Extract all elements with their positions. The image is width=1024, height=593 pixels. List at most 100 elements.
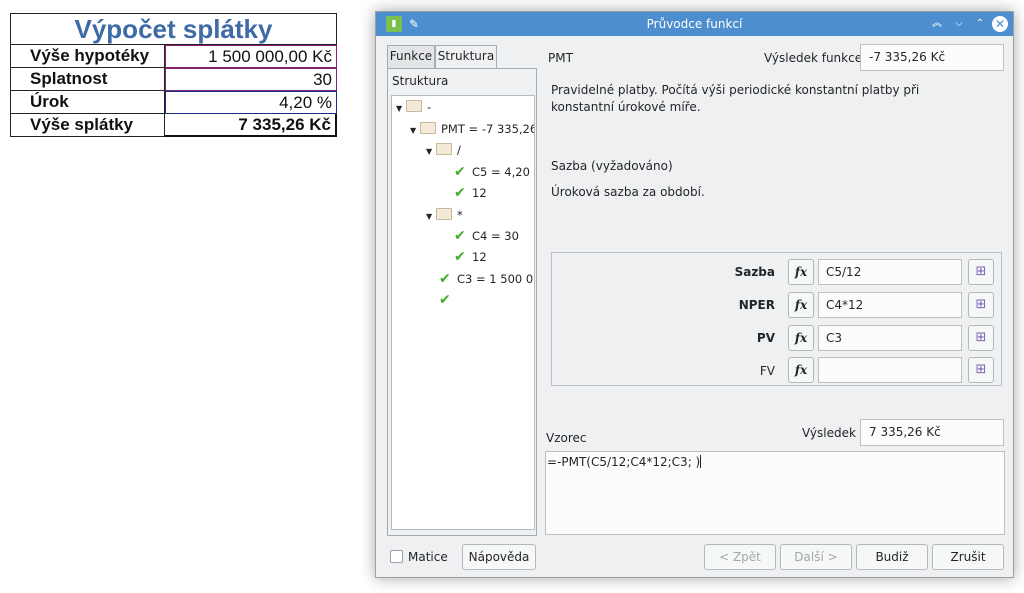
check-icon: ✔ <box>439 271 451 287</box>
tree-node-c5[interactable]: ✔ C5 = 4,20 % <box>454 163 534 181</box>
matrix-checkbox[interactable] <box>390 550 403 563</box>
check-icon: ✔ <box>454 249 466 265</box>
tree-node-c4[interactable]: ✔ C4 = 30 <box>454 227 519 245</box>
cell-value[interactable]: 4,20 % <box>165 91 337 114</box>
tree-node-empty[interactable]: ✔ <box>439 291 457 309</box>
keep-above-icon[interactable]: ︽ <box>929 16 945 32</box>
tree-node-12b[interactable]: ✔ 12 <box>454 248 487 266</box>
structure-tree[interactable]: ▼- ▼PMT = -7 335,26 ▼/ ✔C5 = 4,20 % ✔12 … <box>391 95 535 530</box>
tree-node-12a[interactable]: ✔ 12 <box>454 184 487 202</box>
formula-editor[interactable]: =-PMT(C5/12;C4*12;C3; ) <box>545 451 1005 535</box>
arg-input-nper[interactable]: C4*12 <box>818 292 962 318</box>
folder-icon <box>436 143 452 155</box>
shrink-button-fv[interactable]: ⊞ <box>968 357 994 383</box>
expand-triangle-icon[interactable]: ▼ <box>396 100 406 118</box>
matrix-label: Matice <box>408 550 448 564</box>
check-icon: ✔ <box>454 185 466 201</box>
arg-input-pv[interactable]: C3 <box>818 325 962 351</box>
sheet-row-term: Splatnost 30 <box>10 68 337 91</box>
expand-triangle-icon[interactable]: ▼ <box>426 143 436 161</box>
next-button[interactable]: Další > <box>780 544 852 570</box>
tree-node-label: PMT = -7 335,26 <box>441 122 535 136</box>
cancel-button[interactable]: Zrušit <box>932 544 1004 570</box>
arg-label-fv: FV <box>759 364 775 378</box>
cell-value[interactable]: 30 <box>165 68 337 91</box>
expand-triangle-icon[interactable]: ▼ <box>426 208 436 226</box>
tree-node-c3[interactable]: ✔ C3 = 1 500 000,00 <box>439 270 534 288</box>
select-range-icon: ⊞ <box>975 330 987 345</box>
titlebar[interactable]: Průvodce funkcí ▮ ✎ ︽ ⌵ ⌃ ✕ <box>376 12 1013 36</box>
result-field: 7 335,26 Kč <box>860 419 1004 446</box>
tree-node-divide[interactable]: ▼ / <box>426 141 461 159</box>
cell-label[interactable]: Výše hypotéky <box>10 45 165 68</box>
fx-icon: fx <box>794 363 808 377</box>
tab-functions[interactable]: Funkce <box>387 45 435 68</box>
sheet-row-rate: Úrok 4,20 % <box>10 91 337 114</box>
cell-value-selected[interactable]: 7 335,26 Kč <box>165 114 337 137</box>
ok-button[interactable]: Budiž <box>856 544 928 570</box>
tree-node-label: / <box>457 143 461 157</box>
arg-label-pv: PV <box>756 331 775 345</box>
close-icon[interactable]: ✕ <box>992 16 1008 32</box>
folder-icon <box>436 208 452 220</box>
tree-node-label: C5 = 4,20 % <box>472 165 534 179</box>
arg-input-fv[interactable] <box>818 357 962 383</box>
arg-label-nper: NPER <box>738 298 775 312</box>
cell-value[interactable]: 1 500 000,00 Kč <box>165 45 337 68</box>
maximize-icon[interactable]: ⌃ <box>972 16 988 32</box>
tree-node-label: C4 = 30 <box>472 229 519 243</box>
structure-label: Struktura <box>392 74 449 88</box>
text-caret <box>700 455 702 468</box>
cell-label[interactable]: Splatnost <box>10 68 165 91</box>
function-result-label: Výsledek funkce <box>764 51 863 65</box>
tree-node-label: C3 = 1 500 000,00 <box>457 272 534 286</box>
back-button[interactable]: < Zpět <box>704 544 776 570</box>
check-icon: ✔ <box>439 292 451 308</box>
arg-label-sazba: Sazba <box>734 265 775 279</box>
shrink-button-pv[interactable]: ⊞ <box>968 325 994 351</box>
minimize-icon[interactable]: ⌵ <box>951 16 967 32</box>
function-wizard-dialog: Průvodce funkcí ▮ ✎ ︽ ⌵ ⌃ ✕ Funkce Struk… <box>375 11 1014 578</box>
help-button[interactable]: Nápověda <box>462 544 536 570</box>
structure-panel: Struktura ▼ - ▼ PMT = -7 335,26 ▼ / ✔ C5 = 4… <box>387 68 537 536</box>
pin-icon[interactable]: ✎ <box>406 16 422 32</box>
fx-icon: fx <box>794 331 808 345</box>
dialog-title: Průvodce funkcí <box>646 17 743 31</box>
tree-node-label: - <box>427 100 432 114</box>
formula-text: =-PMT(C5/12;C4*12;C3; ) <box>547 455 701 469</box>
fx-button-fv[interactable]: fx <box>788 357 814 383</box>
sheet-title[interactable]: Výpočet splátky <box>10 13 337 45</box>
cell-label[interactable]: Úrok <box>10 91 165 114</box>
app-icon: ▮ <box>386 16 402 32</box>
cell-label[interactable]: Výše splátky <box>10 114 165 137</box>
folder-icon <box>406 100 422 112</box>
sheet-row-mortgage: Výše hypotéky 1 500 000,00 Kč <box>10 45 337 68</box>
fx-icon: fx <box>794 298 808 312</box>
tree-node-multiply[interactable]: ▼ * <box>426 206 463 224</box>
shrink-button-sazba[interactable]: ⊞ <box>968 259 994 285</box>
arguments-panel: Sazba fx C5/12 ⊞ NPER fx C4*12 ⊞ PV fx C… <box>551 252 1002 386</box>
arg-input-sazba[interactable]: C5/12 <box>818 259 962 285</box>
argument-name: Sazba (vyžadováno) <box>551 159 673 173</box>
tree-node-root[interactable]: ▼ - <box>396 98 431 116</box>
function-name: PMT <box>548 51 573 65</box>
formula-label: Vzorec <box>546 431 587 445</box>
fx-button-nper[interactable]: fx <box>788 292 814 318</box>
folder-icon <box>420 122 436 134</box>
argument-description: Úroková sazba za období. <box>551 185 705 199</box>
expand-triangle-icon[interactable]: ▼ <box>410 122 420 140</box>
check-icon: ✔ <box>454 228 466 244</box>
fx-button-pv[interactable]: fx <box>788 325 814 351</box>
fx-button-sazba[interactable]: fx <box>788 259 814 285</box>
select-range-icon: ⊞ <box>975 362 987 377</box>
tree-node-label: 12 <box>472 186 487 200</box>
check-icon: ✔ <box>454 164 466 180</box>
shrink-button-nper[interactable]: ⊞ <box>968 292 994 318</box>
tree-node-label: * <box>457 208 463 222</box>
tab-structure[interactable]: Struktura <box>435 45 497 68</box>
fx-icon: fx <box>794 265 808 279</box>
function-description: Pravidelné platby. Počítá výši periodick… <box>551 83 920 114</box>
select-range-icon: ⊞ <box>975 297 987 312</box>
tree-node-pmt[interactable]: ▼ PMT = -7 335,26 <box>410 120 535 140</box>
select-range-icon: ⊞ <box>975 264 987 279</box>
